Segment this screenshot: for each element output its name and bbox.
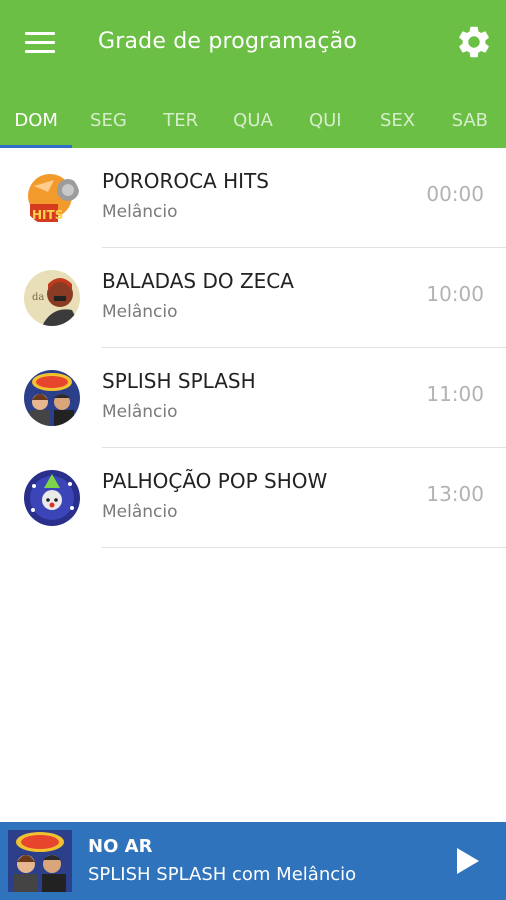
tab-qui[interactable]: QUI [289, 92, 361, 148]
menu-button[interactable] [14, 22, 66, 62]
program-time: 10:00 [426, 282, 484, 306]
tab-ter[interactable]: TER [145, 92, 217, 148]
splish-splash-logo [24, 370, 80, 426]
svg-text:HITS: HITS [32, 208, 63, 222]
play-button[interactable] [448, 840, 488, 882]
now-playing-thumbnail [8, 830, 72, 892]
settings-button[interactable] [452, 20, 496, 64]
program-time: 11:00 [426, 382, 484, 406]
program-time: 00:00 [426, 182, 484, 206]
program-host: Melâncio [102, 502, 178, 522]
tab-qua[interactable]: QUA [217, 92, 289, 148]
pororoca-hits-logo: HITS [24, 170, 80, 226]
now-playing-text: SPLISH SPLASH com Melâncio [88, 864, 357, 885]
program-host: Melâncio [102, 202, 178, 222]
page-title: Grade de programação [98, 29, 357, 54]
tab-sab[interactable]: SAB [434, 92, 506, 148]
list-item[interactable]: HITS POROROCA HITS Melâncio 00:00 [0, 148, 506, 248]
on-air-label: NO AR [88, 836, 153, 857]
divider [102, 547, 506, 548]
tab-dom[interactable]: DOM [0, 92, 73, 148]
play-icon [457, 848, 479, 874]
palhocao-pop-show-logo [24, 470, 80, 526]
baladas-do-zeca-logo: da [24, 270, 80, 326]
program-title: PALHOÇÃO POP SHOW [102, 469, 328, 493]
tab-seg[interactable]: SEG [72, 92, 144, 148]
menu-icon [25, 31, 55, 35]
program-title: BALADAS DO ZECA [102, 269, 294, 293]
list-item[interactable]: PALHOÇÃO POP SHOW Melâncio 13:00 [0, 448, 506, 548]
day-tabs: DOM SEG TER QUA QUI SEX SAB [0, 92, 506, 148]
schedule-list: HITS POROROCA HITS Melâncio 00:00 da BAL… [0, 148, 506, 548]
program-title: POROROCA HITS [102, 169, 269, 193]
program-time: 13:00 [426, 482, 484, 506]
svg-text:da: da [32, 292, 44, 303]
tab-sex[interactable]: SEX [361, 92, 433, 148]
app-bar: Grade de programação DOM SEG TER QUA QUI… [0, 0, 506, 148]
program-host: Melâncio [102, 402, 178, 422]
program-host: Melâncio [102, 302, 178, 322]
gear-icon [459, 26, 489, 58]
program-title: SPLISH SPLASH [102, 369, 256, 393]
now-playing-bar[interactable]: NO AR SPLISH SPLASH com Melâncio [0, 822, 506, 900]
list-item[interactable]: SPLISH SPLASH Melâncio 11:00 [0, 348, 506, 448]
list-item[interactable]: da BALADAS DO ZECA Melâncio 10:00 [0, 248, 506, 348]
